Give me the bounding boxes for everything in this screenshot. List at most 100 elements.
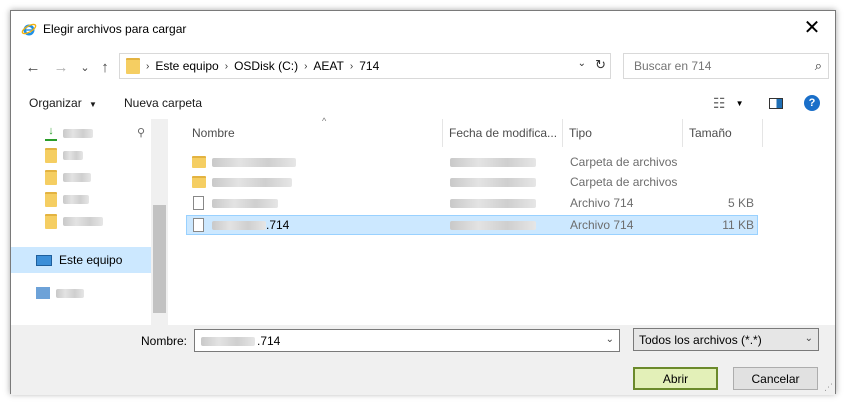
nav-item-folder[interactable] [45, 145, 83, 165]
filename-combobox[interactable]: .714 ⌄ [194, 329, 620, 352]
open-button[interactable]: Abrir [633, 367, 718, 390]
nav-item-this-pc[interactable]: Este equipo [11, 247, 151, 273]
back-arrow-icon[interactable]: ← [23, 57, 43, 77]
folder-icon [45, 147, 57, 163]
folder-icon [192, 153, 206, 171]
file-row[interactable]: Carpeta de archivos [186, 153, 758, 173]
file-open-dialog: Elegir archivos para cargar ✕ ← → ⌄ ↑ › … [10, 10, 836, 395]
chevron-right-icon[interactable]: › [350, 61, 353, 72]
command-bar: Organizar ▼ Nueva carpeta ☷ ▼ ? [11, 87, 835, 120]
folder-icon [192, 173, 206, 191]
pin-icon[interactable]: ⚲ [137, 126, 145, 139]
file-row-selected[interactable]: .714 Archivo 714 11 KB [186, 215, 758, 235]
address-row: ← → ⌄ ↑ › Este equipo › OSDisk (C:) › AE… [11, 47, 835, 87]
folder-icon [45, 169, 57, 185]
redacted-filename [212, 173, 292, 191]
navigation-pane: ↓ ⚲ Este equipo [11, 119, 168, 325]
column-header-date[interactable]: Fecha de modifica... [443, 119, 563, 147]
folder-icon [126, 58, 140, 74]
redacted-label [63, 194, 89, 204]
redacted-filename [212, 153, 296, 171]
column-header-type[interactable]: Tipo [563, 119, 683, 147]
filename-extension: .714 [257, 334, 281, 348]
preview-pane-button[interactable] [769, 93, 783, 113]
file-extension: .714 [266, 218, 290, 232]
dialog-footer: Nombre: .714 ⌄ Todos los archivos (*.*) … [11, 325, 835, 395]
redacted-label [63, 172, 91, 182]
crumb-osdisk[interactable]: OSDisk (C:) [234, 59, 298, 73]
search-box[interactable]: ⌕ [623, 53, 829, 79]
file-size: 11 KB [722, 218, 754, 232]
internet-explorer-icon [21, 23, 37, 36]
recent-locations-icon[interactable]: ⌄ [75, 57, 95, 77]
column-header-size[interactable]: Tamaño [683, 119, 763, 147]
up-arrow-icon[interactable]: ↑ [95, 57, 115, 77]
chevron-right-icon: › [146, 60, 150, 72]
file-type-filter-select[interactable]: Todos los archivos (*.*) ⌄ [633, 328, 819, 351]
address-dropdown-icon[interactable]: ⌄ [578, 58, 586, 69]
caret-down-icon: ▼ [89, 100, 97, 109]
file-size: 5 KB [727, 196, 754, 210]
nav-item-folder[interactable] [45, 189, 89, 209]
cancel-button[interactable]: Cancelar [733, 367, 818, 390]
redacted-label [63, 128, 93, 138]
redacted-date [450, 216, 536, 234]
file-list: ^ Nombre Fecha de modifica... Tipo Tamañ… [168, 116, 835, 325]
caret-down-icon: ▼ [735, 98, 744, 108]
view-options-button[interactable]: ☷ ▼ [713, 93, 743, 113]
file-type-filter-value: Todos los archivos (*.*) [639, 333, 762, 347]
file-icon [193, 216, 204, 234]
resize-grip-icon[interactable]: ⋰ [824, 382, 833, 393]
computer-icon [36, 254, 52, 266]
help-icon: ? [804, 95, 820, 111]
nav-item-quick-access[interactable]: ↓ [45, 123, 93, 143]
redacted-label [63, 150, 83, 160]
close-icon[interactable]: ✕ [789, 11, 835, 43]
search-input[interactable] [632, 58, 796, 74]
filename-input[interactable]: .714 [201, 334, 280, 348]
column-header-name[interactable]: Nombre [186, 119, 443, 147]
download-icon: ↓ [45, 125, 57, 141]
redacted-date [450, 153, 536, 171]
nav-item-network[interactable] [36, 283, 84, 303]
crumb-aeat[interactable]: AEAT [313, 59, 343, 73]
chevron-right-icon[interactable]: › [225, 61, 228, 72]
help-button[interactable]: ? [804, 93, 820, 113]
folder-icon [45, 191, 57, 207]
forward-arrow-icon[interactable]: → [51, 57, 71, 77]
file-type: Carpeta de archivos [570, 175, 678, 189]
file-row[interactable]: Carpeta de archivos [186, 173, 758, 193]
filename-label: Nombre: [141, 334, 188, 348]
crumb-714[interactable]: 714 [359, 59, 379, 73]
network-icon [36, 287, 50, 299]
file-row[interactable]: Archivo 714 5 KB [186, 194, 758, 214]
redacted-label [63, 216, 103, 226]
chevron-right-icon[interactable]: › [304, 61, 307, 72]
search-icon[interactable]: ⌕ [815, 58, 822, 74]
preview-pane-icon [769, 97, 783, 109]
redacted-filename [212, 194, 278, 212]
chevron-down-icon: ⌄ [804, 333, 813, 344]
view-list-icon: ☷ [713, 94, 726, 111]
nav-item-label: Este equipo [59, 253, 123, 267]
nav-scrollbar[interactable] [151, 119, 168, 325]
chevron-down-icon[interactable]: ⌄ [606, 334, 614, 345]
nav-item-folder[interactable] [45, 211, 103, 231]
breadcrumb: › Este equipo › OSDisk (C:) › AEAT › 714 [120, 54, 379, 78]
file-type: Carpeta de archivos [570, 155, 678, 169]
new-folder-button[interactable]: Nueva carpeta [124, 96, 202, 110]
window-title: Elegir archivos para cargar [43, 22, 187, 36]
browser-area: ↓ ⚲ Este equipo ^ Nombre Fecha de modifi… [11, 116, 835, 325]
file-name: .714 [212, 216, 289, 234]
nav-item-folder[interactable] [45, 167, 91, 187]
title-bar: Elegir archivos para cargar ✕ [11, 11, 835, 47]
file-type: Archivo 714 [570, 218, 634, 232]
refresh-icon[interactable]: ↻ [595, 57, 606, 73]
redacted-label [56, 288, 84, 298]
file-type: Archivo 714 [570, 196, 634, 210]
redacted-date [450, 194, 536, 212]
organize-button[interactable]: Organizar ▼ [29, 96, 97, 110]
scrollbar-thumb[interactable] [153, 205, 166, 313]
crumb-este-equipo[interactable]: Este equipo [155, 59, 218, 73]
address-bar[interactable]: › Este equipo › OSDisk (C:) › AEAT › 714… [119, 53, 611, 79]
